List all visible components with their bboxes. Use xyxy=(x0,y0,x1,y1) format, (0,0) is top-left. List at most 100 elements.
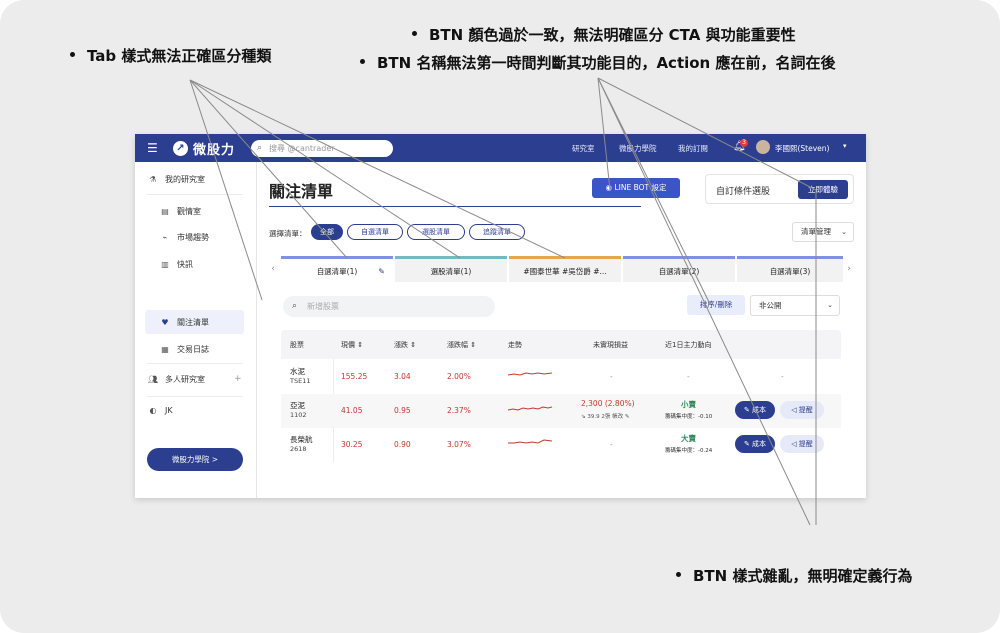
button-label: LINE BOT 設定 xyxy=(614,183,667,192)
watchlist-table: 股票 現價 ⇕ 漲跌 ⇕ 漲跌幅 ⇕ 走勢 未實現損益 近1日主力動向 水泥 T… xyxy=(281,330,841,462)
chip-all[interactable]: 全部 xyxy=(311,224,343,240)
nav-link-lab[interactable]: 研究室 xyxy=(572,143,595,154)
change-pct: 2.00% xyxy=(447,372,471,381)
tab-tracking-list[interactable]: #國泰世華 #吳岱爵 #... xyxy=(509,256,621,282)
chevron-down-icon: ⌄ xyxy=(841,228,847,236)
heart-icon: ♥ xyxy=(161,318,169,327)
app-screenshot: ☰ ↗ 微股力 ⌕ 搜尋 @cantrader 研究室 微股力學院 我的訂閱 🔔… xyxy=(135,134,866,498)
cost-button[interactable]: ✎ 成本 xyxy=(735,401,775,419)
global-search-input[interactable]: ⌕ 搜尋 @cantrader xyxy=(251,140,393,157)
chip-custom-list[interactable]: 自選清單 xyxy=(347,224,403,240)
bell-icon: ◁ xyxy=(791,406,799,414)
top-nav-bar: ☰ ↗ 微股力 ⌕ 搜尋 @cantrader 研究室 微股力學院 我的訂閱 🔔… xyxy=(135,134,866,162)
avatar[interactable] xyxy=(756,140,770,154)
change-pct: 2.37% xyxy=(447,406,471,415)
search-placeholder: 搜尋 @cantrader xyxy=(269,144,335,153)
table-row[interactable]: 長榮航 2618 30.25 0.90 3.07% - 大賣 籌碼集中度：-0.… xyxy=(281,428,841,462)
change: 0.95 xyxy=(394,406,411,415)
sidebar-label: 快訊 xyxy=(177,260,193,269)
academy-button[interactable]: 微股力學院 > xyxy=(147,448,243,471)
trend-icon: ⌁ xyxy=(162,233,168,242)
brand-logo[interactable]: ↗ 微股力 xyxy=(173,139,235,158)
reminder-button[interactable]: ◁ 提醒 xyxy=(780,435,824,453)
sidebar-item-news[interactable]: ▥ 快訊 xyxy=(159,259,193,270)
change: 0.90 xyxy=(394,440,411,449)
stock-name: 長榮航 xyxy=(290,435,313,444)
tab-custom-list-1[interactable]: 自選清單(1) ✎ xyxy=(281,256,393,282)
chip-tracking-list[interactable]: 追蹤清單 xyxy=(469,224,525,240)
sidebar-item-overview[interactable]: ▤ 觀情室 xyxy=(159,206,201,217)
list-manage-dropdown[interactable]: 清單管理 ⌄ xyxy=(792,222,854,242)
edit-icon: ✎ xyxy=(743,440,753,448)
bullet-icon xyxy=(70,52,75,57)
sidebar-jk[interactable]: ◐ JK xyxy=(147,406,173,415)
nav-link-subscriptions[interactable]: 我的訂閱 xyxy=(678,143,708,154)
chevron-left-icon[interactable]: ‹ xyxy=(267,256,279,282)
table-header: 股票 現價 ⇕ 漲跌 ⇕ 漲跌幅 ⇕ 走勢 未實現損益 近1日主力動向 xyxy=(281,330,841,359)
line-bot-settings-button[interactable]: ◉ LINE BOT 設定 xyxy=(592,178,680,198)
notification-badge: 3 xyxy=(740,139,748,147)
menu-icon[interactable]: ☰ xyxy=(147,141,158,155)
divider xyxy=(147,194,243,195)
tab-custom-list-2[interactable]: 自選清單(2) xyxy=(623,256,735,282)
divider xyxy=(147,363,243,364)
column-header[interactable]: 現價 ⇕ xyxy=(341,340,363,350)
sidebar-item-watchlist[interactable]: ♥ 關注清單 xyxy=(159,317,209,328)
table-row[interactable]: 水泥 TSE11 155.25 3.04 2.00% - - - xyxy=(281,360,841,394)
add-stock-input[interactable]: ⌕ 新增股票 xyxy=(283,296,495,317)
custom-screener-card: 自訂條件選股 立即體驗 xyxy=(705,174,854,204)
dropdown-label: 清單管理 xyxy=(801,227,831,236)
button-label: 提醒 xyxy=(798,406,813,414)
sidebar-my-lab[interactable]: ⚗ 我的研究室 xyxy=(147,174,205,185)
table-row[interactable]: 亞泥 1102 41.05 0.95 2.37% 2,300 (2.80%) ⇘… xyxy=(281,394,841,428)
change-pct: 3.07% xyxy=(447,440,471,449)
sidebar-item-market-trend[interactable]: ⌁ 市場趨勢 xyxy=(159,232,209,243)
brand-name: 微股力 xyxy=(193,143,236,158)
flask-icon: ⚗ xyxy=(149,175,157,184)
price: 30.25 xyxy=(341,440,363,449)
user-name[interactable]: 李國熙(Steven) xyxy=(775,143,829,154)
row-tail: - xyxy=(781,372,784,381)
reminder-button[interactable]: ◁ 提醒 xyxy=(780,401,824,419)
nav-link-academy[interactable]: 微股力學院 xyxy=(619,143,657,154)
sidebar-item-journal[interactable]: ▦ 交易日誌 xyxy=(159,344,209,355)
note-text: BTN 名稱無法第一時間判斷其功能目的，Action 應在前，名詞在後 xyxy=(377,54,836,72)
sidebar-multi-lab[interactable]: 👥︎ 多人研究室 xyxy=(147,374,205,385)
stock-code: 1102 xyxy=(290,411,307,419)
main-flow: - xyxy=(687,372,690,381)
plus-icon[interactable]: + xyxy=(234,374,242,384)
stock-code: TSE11 xyxy=(290,377,311,385)
bell-icon: ◁ xyxy=(791,440,799,448)
stock-name: 亞泥 xyxy=(290,401,305,410)
sidebar-label: 市場趨勢 xyxy=(177,233,209,242)
chevron-down-icon[interactable]: ▾ xyxy=(843,142,847,150)
custom-screener-label: 自訂條件選股 xyxy=(716,187,771,197)
privacy-dropdown[interactable]: 非公開 ⌄ xyxy=(750,295,840,316)
tab-screener-list-1[interactable]: 選股清單(1) xyxy=(395,256,507,282)
change: 3.04 xyxy=(394,372,411,381)
bullet-icon xyxy=(360,59,365,64)
edit-icon[interactable]: ✎ xyxy=(378,259,385,285)
chip-screener-list[interactable]: 選股清單 xyxy=(407,224,465,240)
column-header: 走勢 xyxy=(508,341,522,349)
note-text: Tab 樣式無法正確區分種類 xyxy=(87,47,272,65)
sparkline xyxy=(508,372,552,376)
column-header[interactable]: 漲跌 ⇕ xyxy=(394,340,416,350)
cost-button[interactable]: ✎ 成本 xyxy=(735,435,775,453)
column-header: 未實現損益 xyxy=(593,341,628,349)
stock-code: 2618 xyxy=(290,445,307,453)
chevron-down-icon: ⌄ xyxy=(827,301,833,309)
try-now-button[interactable]: 立即體驗 xyxy=(798,180,848,199)
concentration: 籌碼集中度：-0.10 xyxy=(665,414,713,420)
chevron-right-icon[interactable]: › xyxy=(843,256,855,282)
column-header: 股票 xyxy=(290,341,304,349)
column-header[interactable]: 漲跌幅 ⇕ xyxy=(447,340,476,350)
button-label: 成本 xyxy=(752,440,767,448)
sparkline xyxy=(508,406,552,411)
tab-custom-list-3[interactable]: 自選清單(3) xyxy=(737,256,843,282)
logo-icon: ↗ xyxy=(173,141,188,156)
bullet-icon xyxy=(412,31,417,36)
price: 155.25 xyxy=(341,372,368,381)
pnl-detail[interactable]: ⇘ 39.9 2張 帳改 ✎ xyxy=(581,412,629,420)
sort-delete-button[interactable]: 排序/刪除 xyxy=(687,295,745,315)
